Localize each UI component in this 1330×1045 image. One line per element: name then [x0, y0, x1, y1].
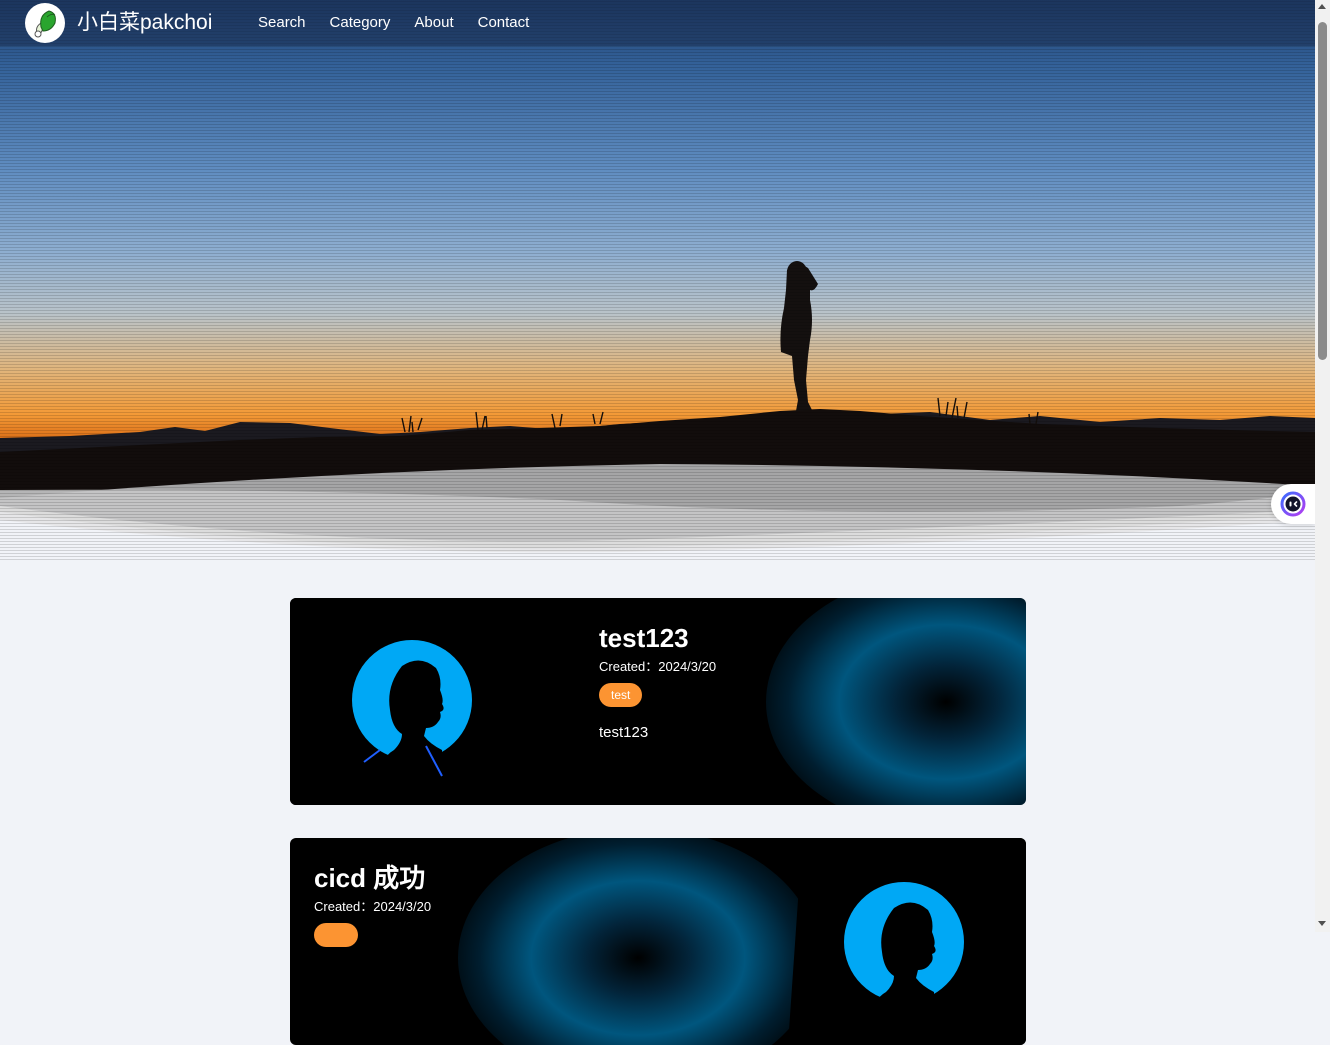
post-excerpt: test123 — [599, 724, 649, 741]
nav-contact[interactable]: Contact — [478, 13, 530, 33]
scanline-overlay — [0, 0, 1315, 560]
top-navbar: 小白菜pakchoi Search Category About Contact — [0, 0, 1315, 46]
post-created: Created：2024/3/20 — [314, 899, 431, 915]
post-card[interactable]: test123 Created：2024/3/20 test test123 — [290, 598, 1026, 805]
nav-search[interactable]: Search — [258, 13, 306, 33]
site-title[interactable]: 小白菜pakchoi — [77, 10, 212, 36]
created-label: Created： — [599, 659, 659, 674]
post-created: Created：2024/3/20 — [599, 659, 716, 675]
post-title[interactable]: cicd 成功 — [314, 863, 425, 893]
nav-menu: Search Category About Contact — [258, 13, 553, 33]
scrollbar-thumb[interactable] — [1318, 22, 1327, 360]
created-label: Created： — [314, 899, 374, 914]
scroll-down-arrow-icon[interactable] — [1318, 921, 1326, 926]
card-glow — [458, 838, 818, 1045]
post-tag[interactable] — [314, 923, 358, 947]
post-title[interactable]: test123 — [599, 623, 689, 653]
post-card[interactable]: cicd 成功 Created：2024/3/20 — [290, 838, 1026, 1045]
nav-about[interactable]: About — [414, 13, 453, 33]
scroll-up-arrow-icon[interactable] — [1318, 4, 1326, 9]
nav-category[interactable]: Category — [330, 13, 391, 33]
page-scrollbar[interactable] — [1315, 0, 1330, 932]
avatar-silhouette-icon — [352, 640, 472, 778]
assistant-face-icon — [1280, 491, 1306, 517]
created-date: 2024/3/20 — [373, 899, 432, 914]
post-tag[interactable]: test — [599, 683, 643, 707]
avatar-silhouette-icon — [844, 882, 964, 1020]
card-glow — [766, 598, 1026, 805]
hero-banner — [0, 0, 1315, 560]
floating-assistant-button[interactable] — [1271, 484, 1315, 524]
site-logo[interactable] — [25, 3, 65, 43]
pakchoi-logo-icon — [34, 10, 56, 38]
created-date: 2024/3/20 — [658, 659, 717, 674]
